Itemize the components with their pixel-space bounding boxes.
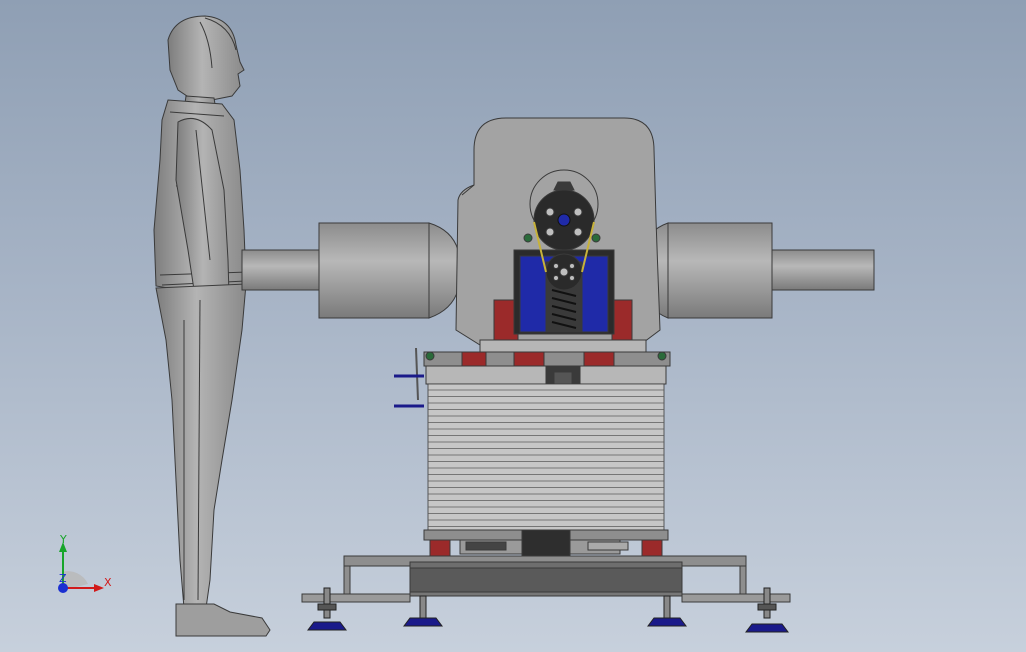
base-rail-left — [301, 593, 411, 603]
base-leg-left — [343, 565, 351, 597]
y-axis-label: Y — [59, 533, 67, 546]
left-shaft — [241, 249, 325, 291]
cad-viewport[interactable]: Y X Z — [0, 0, 1026, 652]
orientation-triad: Y X Z — [58, 533, 112, 593]
figure-shoe — [175, 603, 271, 637]
carriage-plate — [423, 351, 671, 367]
leveling-foot-3 — [647, 595, 687, 627]
base-frame[interactable] — [301, 555, 791, 603]
hub-red-block-right — [611, 299, 633, 341]
left-cylinder — [318, 222, 430, 319]
central-hub[interactable] — [455, 117, 661, 353]
base-rail-right — [681, 593, 791, 603]
x-axis-label: X — [104, 576, 112, 589]
x-axis-arrow — [94, 584, 104, 592]
right-shaft — [771, 249, 875, 291]
figure-legs — [155, 283, 247, 609]
right-cylinder — [667, 222, 773, 319]
bellows-cover — [427, 383, 665, 531]
base-leg-right — [739, 565, 747, 597]
hub-base-plate — [479, 339, 647, 353]
lower-carriage[interactable] — [423, 529, 669, 557]
lower-screw-block — [521, 529, 571, 557]
z-axis-label: Z — [59, 572, 67, 585]
lock-handles — [394, 347, 424, 408]
model-scene[interactable]: Y X Z — [0, 0, 1026, 652]
figure-head — [167, 15, 245, 101]
human-reference-figure[interactable] — [153, 15, 271, 637]
